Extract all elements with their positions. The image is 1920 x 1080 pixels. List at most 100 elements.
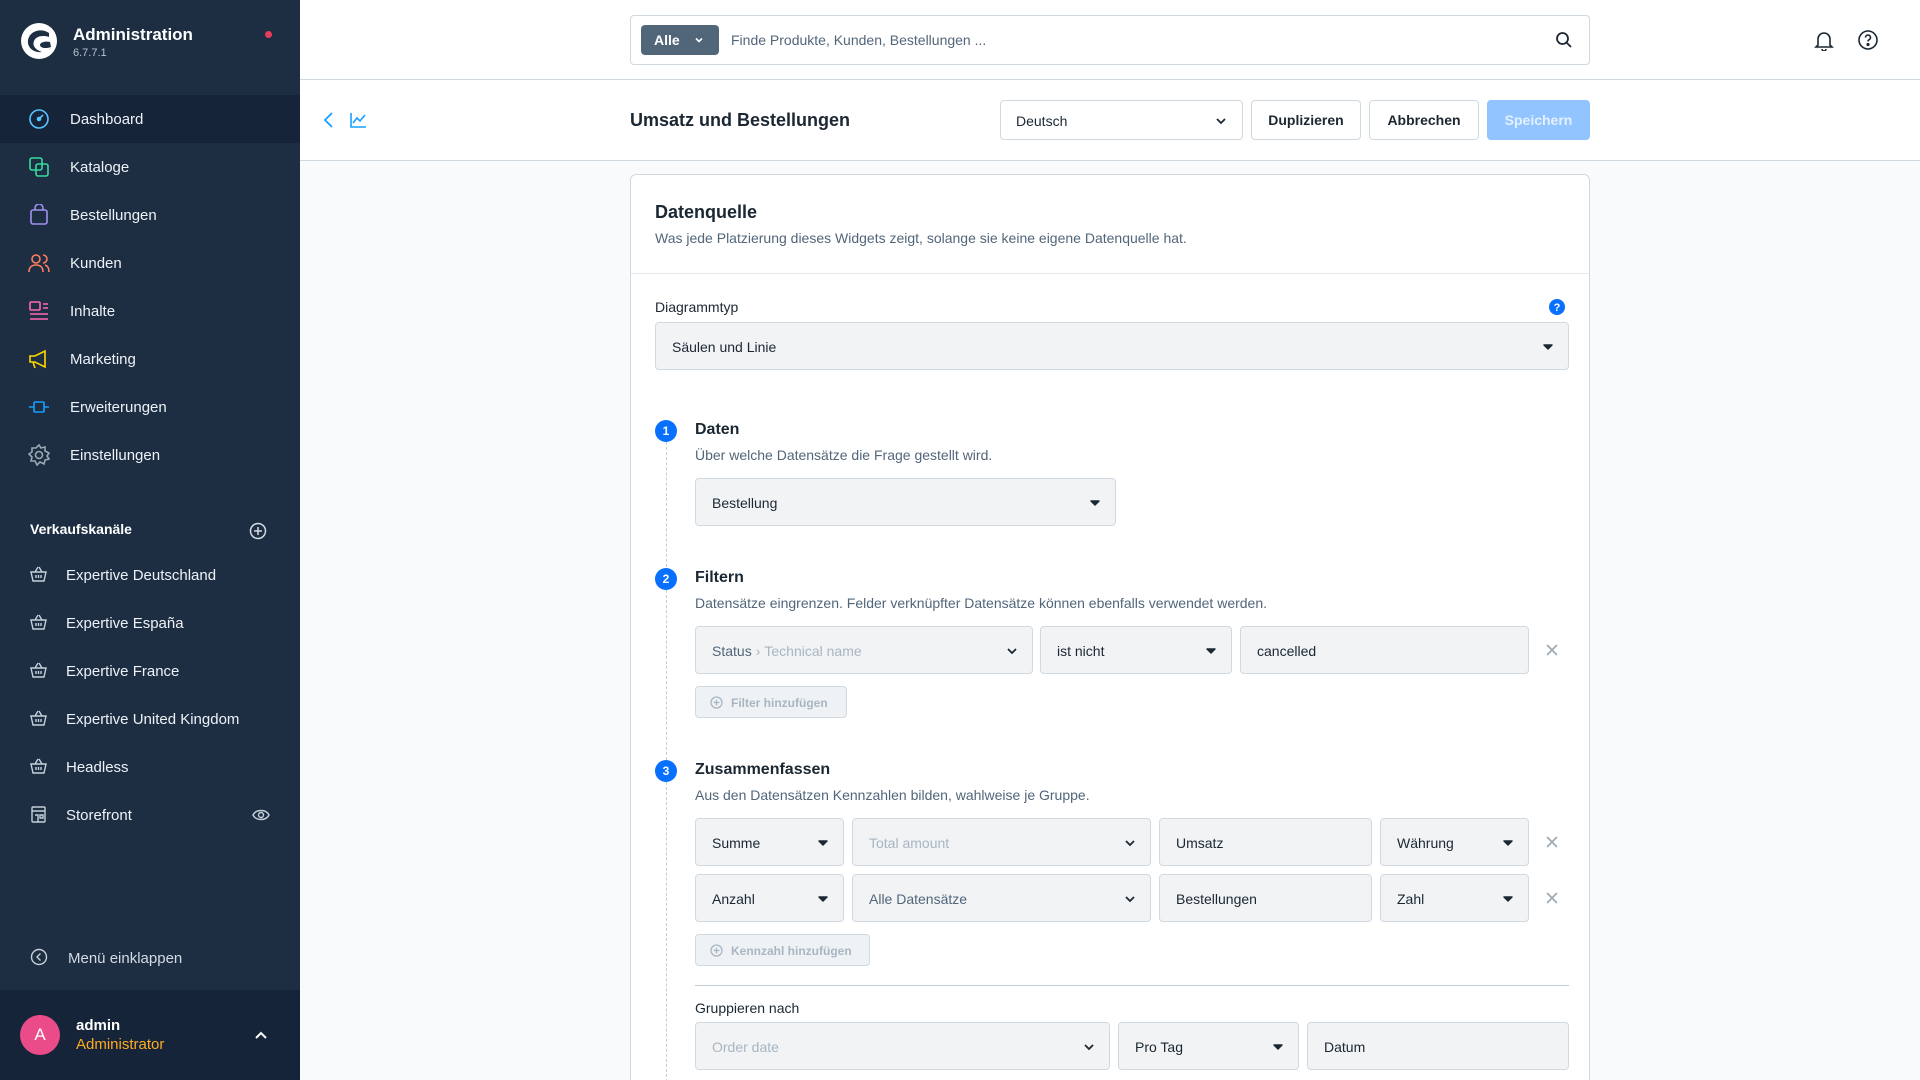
nav-item-extensions[interactable]: Erweiterungen bbox=[0, 383, 300, 431]
search-input[interactable] bbox=[731, 26, 1531, 54]
sales-channel-item[interactable]: Expertive Deutschland bbox=[0, 555, 300, 595]
metric-name-value: Bestellungen bbox=[1176, 891, 1257, 907]
group-name-input[interactable]: Datum bbox=[1307, 1022, 1569, 1070]
group-name-value: Datum bbox=[1324, 1039, 1366, 1055]
data-source-card: Datenquelle Was jede Platzierung dieses … bbox=[630, 174, 1590, 1080]
nav-item-catalogs[interactable]: Kataloge bbox=[0, 143, 300, 191]
sales-channel-item[interactable]: Storefront bbox=[0, 795, 300, 835]
orders-icon bbox=[30, 204, 48, 225]
metric-field-select[interactable]: Total amount bbox=[852, 818, 1151, 866]
chevron-down-icon bbox=[818, 840, 828, 846]
metric-name-input[interactable]: Umsatz bbox=[1159, 818, 1372, 866]
duplicate-button[interactable]: Duplizieren bbox=[1251, 100, 1361, 140]
metric-function-select[interactable]: Summe bbox=[695, 818, 844, 866]
filter-field-value: Status › Technical name bbox=[712, 643, 862, 659]
step-title: Daten bbox=[695, 421, 740, 438]
add-filter-button[interactable]: Filter hinzufügen bbox=[695, 686, 847, 718]
nav-item-settings[interactable]: Einstellungen bbox=[0, 431, 300, 479]
settings-icon bbox=[28, 444, 50, 466]
info-icon[interactable]: ? bbox=[1549, 299, 1565, 315]
sales-channel-item[interactable]: Headless bbox=[0, 747, 300, 787]
nav-label: Inhalte bbox=[70, 302, 116, 320]
chevron-left-icon[interactable] bbox=[322, 110, 336, 130]
bell-icon[interactable] bbox=[1813, 29, 1835, 51]
top-bar: Alle bbox=[300, 0, 1920, 80]
step-connector bbox=[666, 590, 667, 760]
chart-type-select[interactable]: Säulen und Linie bbox=[655, 322, 1569, 370]
step-description: Über welche Datensätze die Frage gestell… bbox=[695, 447, 993, 463]
entity-value: Bestellung bbox=[712, 495, 778, 511]
filter-value-input[interactable]: cancelled bbox=[1240, 626, 1529, 674]
metric-field-value: Total amount bbox=[869, 835, 950, 851]
chevron-down-icon bbox=[1084, 1044, 1094, 1051]
sales-channel-label: Headless bbox=[66, 759, 129, 776]
storefront-icon bbox=[31, 806, 46, 823]
sales-channel-item[interactable]: Expertive France bbox=[0, 651, 300, 691]
nav-item-dashboard[interactable]: Dashboard bbox=[0, 95, 300, 143]
chevron-down-icon bbox=[1543, 344, 1553, 350]
close-icon[interactable] bbox=[1545, 835, 1559, 849]
metric-field-select[interactable]: Alle Datensätze bbox=[852, 874, 1151, 922]
basket-icon bbox=[30, 662, 47, 678]
chevron-down-icon bbox=[1206, 648, 1216, 654]
marketing-icon bbox=[29, 349, 46, 369]
brand-version: 6.7.7.1 bbox=[73, 47, 107, 59]
group-field-select[interactable]: Order date bbox=[695, 1022, 1110, 1070]
nav-label: Erweiterungen bbox=[70, 398, 167, 416]
group-interval-select[interactable]: Pro Tag bbox=[1118, 1022, 1299, 1070]
nav-label: Marketing bbox=[70, 350, 136, 368]
filter-field-select[interactable]: Status › Technical name bbox=[695, 626, 1033, 674]
nav-label: Einstellungen bbox=[70, 446, 161, 464]
card-title: Datenquelle bbox=[655, 202, 758, 222]
metric-function-select[interactable]: Anzahl bbox=[695, 874, 844, 922]
chart-type-value: Säulen und Linie bbox=[672, 339, 777, 355]
nav-label: Bestellungen bbox=[70, 206, 157, 224]
group-field-value: Order date bbox=[712, 1039, 779, 1055]
nav-item-customers[interactable]: Kunden bbox=[0, 239, 300, 287]
search-icon[interactable] bbox=[1555, 31, 1573, 49]
step-description: Aus den Datensätzen Kennzahlen bilden, w… bbox=[695, 787, 1090, 803]
close-icon[interactable] bbox=[1545, 891, 1559, 905]
cancel-button[interactable]: Abbrechen bbox=[1369, 100, 1479, 140]
filter-operator-value: ist nicht bbox=[1057, 643, 1105, 659]
nav-item-marketing[interactable]: Marketing bbox=[0, 335, 300, 383]
save-button[interactable]: Speichern bbox=[1487, 100, 1590, 140]
sales-channel-label: Expertive United Kingdom bbox=[66, 711, 240, 728]
add-sales-channel-icon[interactable] bbox=[249, 522, 267, 540]
metric-function-value: Anzahl bbox=[712, 891, 755, 907]
sales-channel-item[interactable]: Expertive España bbox=[0, 603, 300, 643]
metric-format-select[interactable]: Währung bbox=[1380, 818, 1529, 866]
global-search: Alle bbox=[630, 15, 1590, 65]
search-type-dropdown[interactable]: Alle bbox=[641, 25, 719, 55]
metric-name-input[interactable]: Bestellungen bbox=[1159, 874, 1372, 922]
collapse-menu-button[interactable]: Menü einklappen bbox=[0, 940, 300, 976]
chart-type-label: Diagrammtyp bbox=[655, 299, 739, 315]
notification-dot bbox=[265, 31, 272, 38]
plus-circle-icon bbox=[710, 696, 723, 709]
metric-format-select[interactable]: Zahl bbox=[1380, 874, 1529, 922]
help-icon[interactable] bbox=[1857, 29, 1879, 51]
brand-title: Administration bbox=[73, 25, 193, 44]
chevron-down-icon bbox=[818, 896, 828, 902]
filter-operator-select[interactable]: ist nicht bbox=[1040, 626, 1232, 674]
basket-icon bbox=[30, 758, 47, 774]
eye-icon[interactable] bbox=[252, 808, 270, 822]
nav-label: Kataloge bbox=[70, 158, 130, 176]
add-metric-button[interactable]: Kennzahl hinzufügen bbox=[695, 934, 870, 966]
nav-item-content[interactable]: Inhalte bbox=[0, 287, 300, 335]
metric-format-value: Zahl bbox=[1397, 891, 1425, 907]
filter-value: cancelled bbox=[1257, 643, 1317, 659]
entity-select[interactable]: Bestellung bbox=[695, 478, 1116, 526]
close-icon[interactable] bbox=[1545, 643, 1559, 657]
step-connector bbox=[666, 442, 667, 567]
sales-channel-item[interactable]: Expertive United Kingdom bbox=[0, 699, 300, 739]
shopware-logo-icon bbox=[21, 23, 57, 59]
user-name: admin bbox=[76, 1017, 121, 1034]
chevron-down-icon bbox=[1125, 840, 1135, 847]
user-menu[interactable]: A admin Administrator bbox=[0, 990, 300, 1080]
breadcrumb-separator: › bbox=[755, 643, 761, 659]
collapse-menu-label: Menü einklappen bbox=[68, 950, 183, 967]
metric-name-value: Umsatz bbox=[1176, 835, 1224, 851]
language-select[interactable]: Deutsch bbox=[1000, 100, 1243, 140]
nav-item-orders[interactable]: Bestellungen bbox=[0, 191, 300, 239]
